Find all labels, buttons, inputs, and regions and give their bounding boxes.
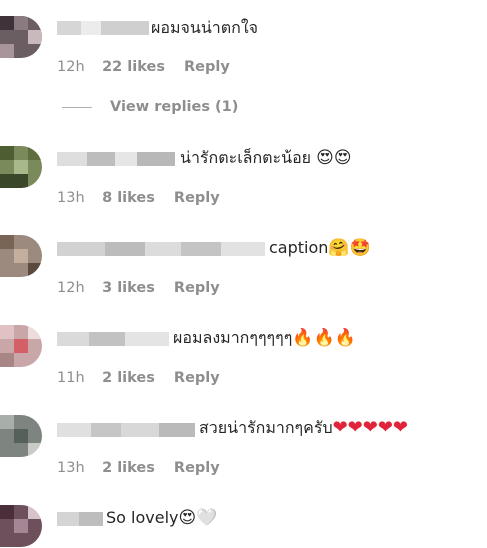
comment-meta: 11h 2 likes Reply: [57, 370, 220, 386]
timestamp: 12h: [57, 59, 85, 75]
divider-line: [62, 106, 92, 108]
comment-text: caption🤗🤩: [269, 238, 371, 258]
comment-meta: 12h 3 likes Reply: [57, 280, 220, 296]
reply-button[interactable]: Reply: [184, 59, 230, 75]
timestamp: 13h: [57, 460, 85, 476]
comment-meta: 13h 8 likes Reply: [57, 190, 220, 206]
likes-count[interactable]: 3 likes: [102, 280, 155, 296]
comment-text: น่ารักตะเล็กตะน้อย 😍😍: [180, 148, 352, 168]
username-redacted[interactable]: [57, 423, 195, 437]
comment-meta: 12h 22 likes Reply: [57, 59, 230, 75]
fire-emoji-icon: 🔥🔥🔥: [292, 328, 356, 348]
likes-count[interactable]: 22 likes: [102, 59, 165, 75]
avatar[interactable]: [0, 16, 42, 58]
comment-text: สวยน่ารักมากๆครับ❤❤❤❤❤: [199, 417, 409, 438]
avatar[interactable]: [0, 415, 42, 457]
timestamp: 12h: [57, 280, 85, 296]
avatar[interactable]: [0, 235, 42, 277]
avatar[interactable]: [0, 325, 42, 367]
avatar[interactable]: [0, 505, 42, 547]
username-redacted[interactable]: [57, 152, 175, 166]
view-replies-button[interactable]: View replies (1): [62, 99, 238, 115]
comment-text: So lovely😍🤍: [106, 508, 218, 528]
hugging-star-struck-emoji-icon: 🤗🤩: [328, 238, 371, 258]
username-redacted[interactable]: [57, 242, 265, 256]
likes-count[interactable]: 2 likes: [102, 370, 155, 386]
avatar[interactable]: [0, 146, 42, 188]
username-redacted[interactable]: [57, 512, 103, 526]
reply-button[interactable]: Reply: [174, 370, 220, 386]
username-redacted[interactable]: [57, 332, 169, 346]
reply-button[interactable]: Reply: [174, 460, 220, 476]
likes-count[interactable]: 8 likes: [102, 190, 155, 206]
heart-eyes-emoji-icon: 😍😍: [316, 148, 352, 168]
comment-text: ผอมจนน่าตกใจ: [151, 18, 259, 37]
timestamp: 11h: [57, 370, 85, 386]
reply-button[interactable]: Reply: [174, 280, 220, 296]
reply-button[interactable]: Reply: [174, 190, 220, 206]
red-heart-emoji-icon: ❤❤❤❤❤: [332, 417, 409, 438]
comment-text: ผอมลงมากๆๆๆๆๆ🔥🔥🔥: [173, 328, 356, 348]
username-redacted[interactable]: [57, 21, 149, 35]
heart-eyes-white-heart-emoji-icon: 😍🤍: [178, 508, 218, 528]
comment-meta: 13h 2 likes Reply: [57, 460, 220, 476]
likes-count[interactable]: 2 likes: [102, 460, 155, 476]
timestamp: 13h: [57, 190, 85, 206]
